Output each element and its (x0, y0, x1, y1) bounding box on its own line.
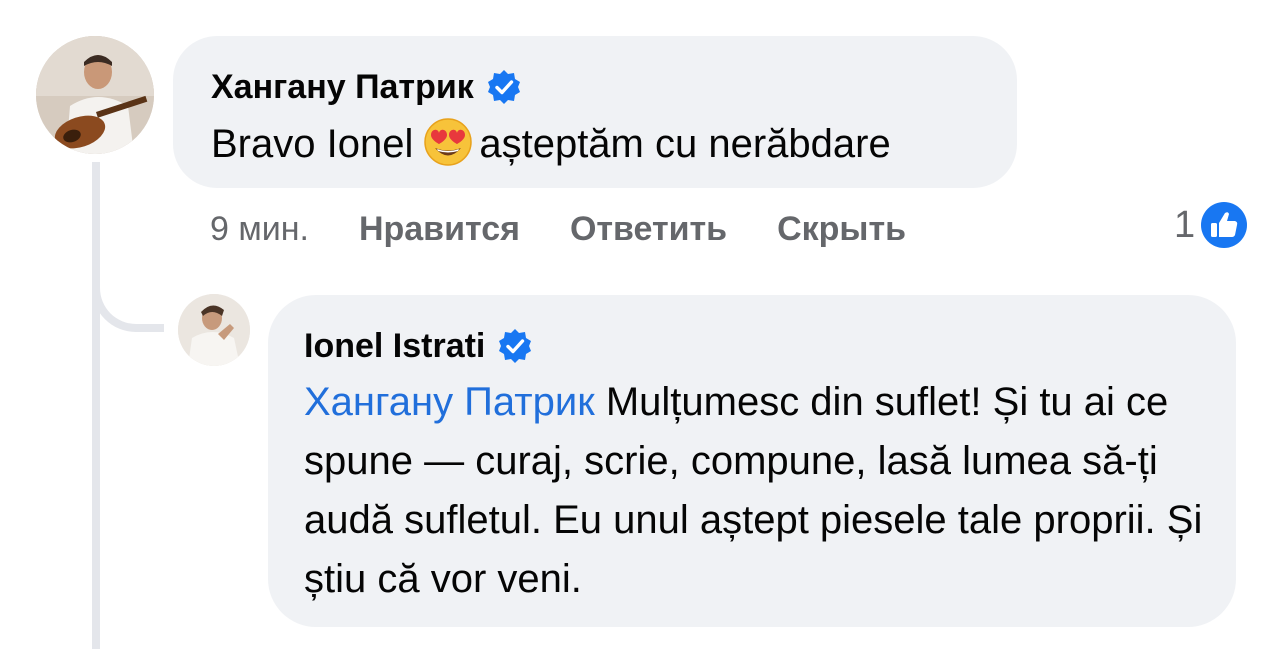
comment-text-end: așteptăm cu nerăbdare (479, 122, 891, 166)
comment-text-start: Bravo Ionel (211, 122, 414, 166)
comment-author-name[interactable]: Хангану Патрик (211, 66, 474, 108)
thread-line (92, 162, 100, 649)
commenter-avatar[interactable] (36, 36, 154, 154)
verified-badge-icon (486, 69, 522, 105)
thread-connector (92, 240, 164, 332)
comment-timestamp[interactable]: 9 мин. (210, 206, 309, 252)
replier-avatar[interactable] (178, 294, 250, 366)
heart-eyes-emoji-icon (423, 117, 473, 167)
reaction-count: 1 (1174, 204, 1196, 246)
verified-badge-icon (497, 328, 533, 364)
reply-button[interactable]: Ответить (570, 206, 727, 252)
reply-text: Хангану Патрик Mulțumesc din suflet! Și … (304, 373, 1204, 609)
avatar-photo (36, 36, 154, 154)
like-button[interactable]: Нравится (359, 206, 520, 252)
hide-button[interactable]: Скрыть (777, 206, 906, 252)
avatar-photo (178, 294, 250, 366)
comment-text: Bravo Ionel așteptăm cu nerăbdare (211, 114, 979, 174)
comment-actions: 9 мин. Нравится Ответить Скрыть (210, 206, 956, 252)
reaction-summary[interactable]: 1 (1174, 200, 1249, 250)
comment-bubble: Хангану Патрик Bravo Ionel așteptăm cu n… (173, 36, 1017, 188)
mention-link[interactable]: Хангану Патрик (304, 380, 595, 424)
reply-bubble: Ionel Istrati Хангану Патрик Mulțumesc d… (268, 295, 1236, 627)
thumbs-up-like-icon (1199, 200, 1249, 250)
reply-author-name[interactable]: Ionel Istrati (304, 325, 485, 367)
